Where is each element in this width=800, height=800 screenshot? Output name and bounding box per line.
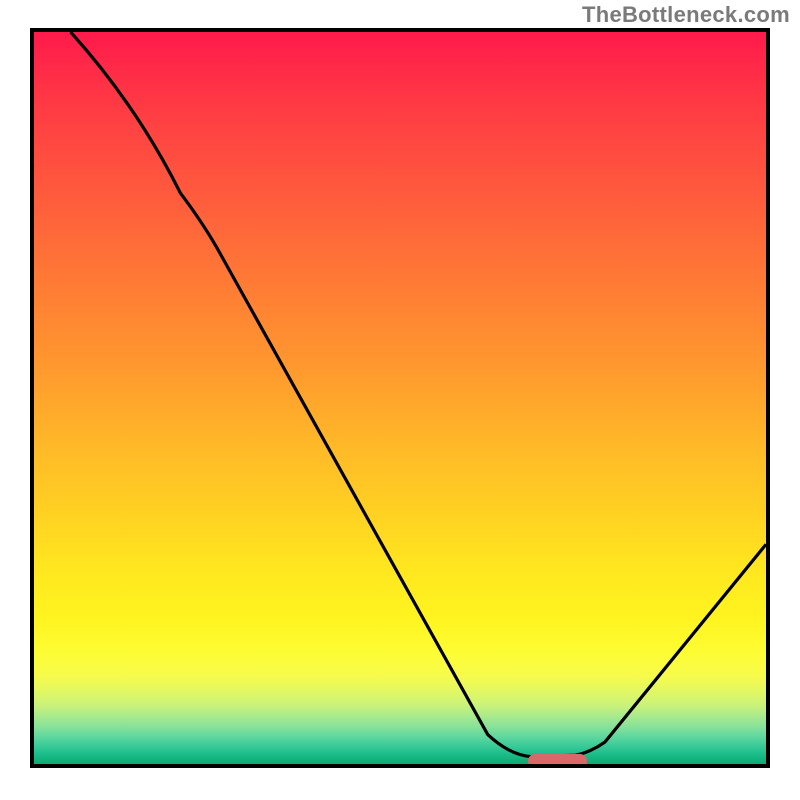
bottleneck-curve <box>34 32 766 764</box>
plot-area <box>30 28 770 768</box>
watermark: TheBottleneck.com <box>582 2 790 28</box>
optimal-range-marker <box>528 754 587 768</box>
curve-path <box>71 32 766 757</box>
